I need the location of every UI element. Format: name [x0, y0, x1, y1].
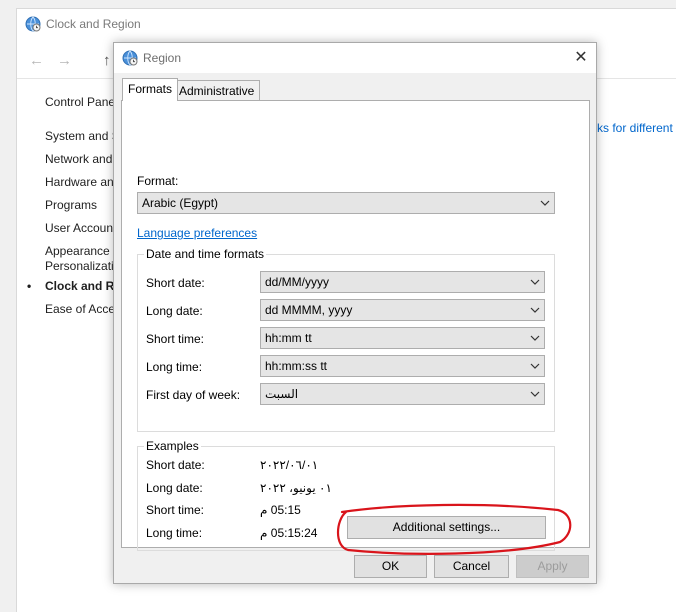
example-short-date-label: Short date:	[146, 458, 205, 472]
sidebar-item-system-and-security[interactable]: System and S	[45, 129, 120, 144]
current-item-bullet: •	[27, 279, 32, 293]
short-time-dropdown[interactable]: hh:mm tt	[260, 327, 545, 349]
first-day-of-week-value: السبت	[265, 387, 299, 401]
examples-title: Examples	[144, 439, 201, 453]
example-short-time-value: 05:15 م	[260, 503, 301, 517]
short-date-value: dd/MM/yyyy	[265, 275, 330, 289]
long-date-label: Long date:	[146, 304, 203, 318]
chevron-down-icon	[530, 335, 540, 341]
tab-formats[interactable]: Formats	[122, 78, 179, 101]
globe-clock-icon	[122, 50, 138, 66]
long-date-dropdown[interactable]: dd MMMM, yyyy	[260, 299, 545, 321]
example-long-date-label: Long date:	[146, 481, 203, 495]
long-time-label: Long time:	[146, 360, 203, 374]
sidebar-item-ease-of-access[interactable]: Ease of Acces	[45, 302, 121, 317]
date-time-formats-group: Date and time formats Short date: dd/MM/…	[137, 247, 555, 432]
sidebar-item-network[interactable]: Network and	[45, 152, 112, 167]
control-panel-titlebar: Clock and Region	[17, 9, 676, 41]
tab-administrative[interactable]: Administrative	[173, 80, 261, 101]
sidebar-item-appearance[interactable]: Appearance a	[45, 244, 120, 259]
first-day-of-week-label: First day of week:	[146, 388, 241, 402]
back-arrow-icon[interactable]: ←	[29, 52, 44, 69]
example-long-time-value: 05:15:24 م	[260, 526, 318, 540]
long-time-dropdown[interactable]: hh:mm:ss tt	[260, 355, 545, 377]
sidebar-item-user-accounts[interactable]: User Account	[45, 221, 116, 236]
short-date-dropdown[interactable]: dd/MM/yyyy	[260, 271, 545, 293]
example-short-time-label: Short time:	[146, 503, 205, 517]
format-dropdown[interactable]: Arabic (Egypt)	[137, 192, 555, 214]
highlight-annotation	[336, 503, 572, 555]
forward-arrow-icon[interactable]: →	[57, 52, 72, 69]
dialog-title: Region	[143, 51, 182, 65]
sidebar-item-hardware[interactable]: Hardware and	[45, 175, 120, 190]
sidebar-item-personalization[interactable]: Personalizatio	[45, 259, 120, 274]
example-short-date-value: ٢٠٢٢/٠٦/٠١	[260, 458, 319, 472]
format-label: Format:	[137, 174, 179, 188]
up-arrow-icon[interactable]: ↑	[103, 52, 111, 69]
date-time-formats-title: Date and time formats	[144, 247, 267, 261]
short-time-value: hh:mm tt	[265, 331, 312, 345]
example-long-date-value: ٠١ يونيو، ٢٠٢٢	[260, 481, 332, 495]
long-date-value: dd MMMM, yyyy	[265, 303, 353, 317]
first-day-of-week-dropdown[interactable]: السبت	[260, 383, 545, 405]
chevron-down-icon	[530, 279, 540, 285]
short-date-label: Short date:	[146, 276, 205, 290]
chevron-down-icon	[530, 391, 540, 397]
highlight-annotation-stroke	[336, 503, 572, 555]
control-panel-title: Clock and Region	[46, 17, 141, 31]
chevron-down-icon	[540, 200, 550, 206]
chevron-down-icon	[530, 307, 540, 313]
chevron-down-icon	[530, 363, 540, 369]
background-link[interactable]: ks for different	[597, 121, 673, 135]
dialog-titlebar: Region ✕	[114, 43, 596, 73]
close-icon[interactable]: ✕	[566, 43, 596, 73]
language-preferences-link[interactable]: Language preferences	[137, 226, 257, 240]
formats-tab-panel: Format: Arabic (Egypt) Language preferen…	[121, 100, 590, 551]
short-time-label: Short time:	[146, 332, 205, 346]
long-time-value: hh:mm:ss tt	[265, 359, 328, 373]
sidebar-item-label: Clock and Re	[45, 279, 122, 293]
globe-clock-icon	[25, 16, 41, 32]
sidebar-item-control-panel-home[interactable]: Control Pane	[45, 95, 115, 110]
format-value: Arabic (Egypt)	[142, 196, 219, 210]
example-long-time-label: Long time:	[146, 526, 203, 540]
sidebar-item-programs[interactable]: Programs	[45, 198, 97, 213]
sidebar-item-clock-and-region[interactable]: • Clock and Re	[27, 279, 122, 294]
